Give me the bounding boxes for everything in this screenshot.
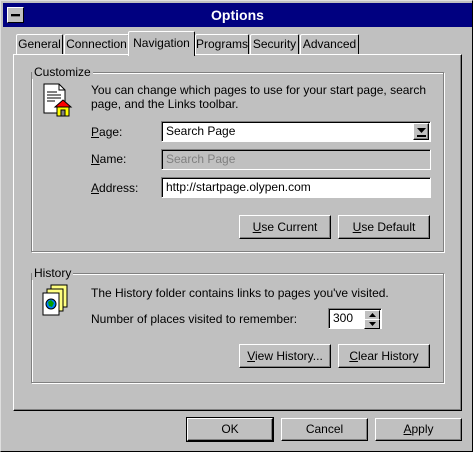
customize-description-line1: You can change which pages to use for yo… bbox=[91, 83, 427, 97]
customize-description-line2: page, and the Links toolbar. bbox=[91, 97, 239, 111]
page-dropdown-value: Search Page bbox=[166, 124, 236, 138]
use-default-mnemonic: U bbox=[352, 220, 362, 234]
history-description: The History folder contains links to pag… bbox=[91, 286, 389, 300]
chevron-down-icon bbox=[417, 128, 426, 137]
ok-button[interactable]: OK bbox=[186, 417, 274, 442]
address-label: Address: bbox=[91, 181, 138, 196]
tab-programs[interactable]: Programs bbox=[195, 34, 249, 54]
places-label: Number of places visited to remember: bbox=[91, 312, 298, 326]
tab-connection[interactable]: Connection bbox=[64, 34, 129, 54]
address-label-mnemonic: A bbox=[91, 181, 100, 195]
apply-mnemonic: A bbox=[403, 422, 412, 436]
view-history-label: iew History... bbox=[255, 349, 323, 363]
use-current-button[interactable]: Use Current bbox=[239, 215, 331, 239]
clear-history-mnemonic: C bbox=[349, 349, 358, 363]
address-label-rest: ddress: bbox=[99, 181, 139, 195]
start-page-icon bbox=[43, 83, 73, 117]
use-current-mnemonic: U bbox=[252, 220, 262, 234]
tab-security[interactable]: Security bbox=[250, 34, 299, 54]
spinner-down-button[interactable] bbox=[364, 319, 380, 329]
name-label-mnemonic: N bbox=[91, 152, 100, 166]
name-label-rest: ame: bbox=[99, 152, 127, 166]
tab-navigation[interactable]: Navigation bbox=[128, 31, 195, 56]
customize-group-label: Customize bbox=[32, 65, 93, 79]
options-dialog: Options General Connection Navigation Pr… bbox=[0, 0, 473, 452]
address-field[interactable]: http://startpage.olypen.com bbox=[161, 177, 431, 198]
history-folder-icon bbox=[42, 284, 68, 316]
apply-button[interactable]: Apply bbox=[375, 418, 462, 441]
cancel-button[interactable]: Cancel bbox=[281, 418, 368, 441]
window-title: Options bbox=[211, 7, 264, 23]
apply-label: pply bbox=[411, 422, 434, 436]
page-dropdown-button[interactable] bbox=[413, 123, 429, 140]
name-field: Search Page bbox=[161, 149, 431, 170]
view-history-mnemonic: V bbox=[247, 349, 255, 363]
page-label-mnemonic: P bbox=[91, 125, 100, 139]
page-label: Page: bbox=[91, 125, 122, 140]
page-dropdown[interactable]: Search Page bbox=[161, 121, 431, 142]
page-label-rest: age: bbox=[99, 125, 123, 139]
name-label: Name: bbox=[91, 152, 126, 167]
clear-history-label: lear History bbox=[357, 349, 419, 363]
tab-advanced[interactable]: Advanced bbox=[300, 34, 359, 54]
clear-history-button[interactable]: Clear History bbox=[338, 344, 430, 368]
use-default-label: se Default bbox=[361, 220, 416, 234]
view-history-button[interactable]: View History... bbox=[239, 344, 331, 368]
use-current-label: se Current bbox=[261, 220, 318, 234]
spinner-up-icon bbox=[369, 313, 376, 317]
title-bar[interactable]: Options bbox=[3, 3, 472, 27]
use-default-button[interactable]: Use Default bbox=[338, 215, 430, 239]
spinner-down-icon bbox=[369, 322, 376, 326]
history-group-label: History bbox=[32, 266, 74, 280]
history-days-value: 300 bbox=[333, 311, 354, 325]
tab-general[interactable]: General bbox=[16, 34, 63, 54]
